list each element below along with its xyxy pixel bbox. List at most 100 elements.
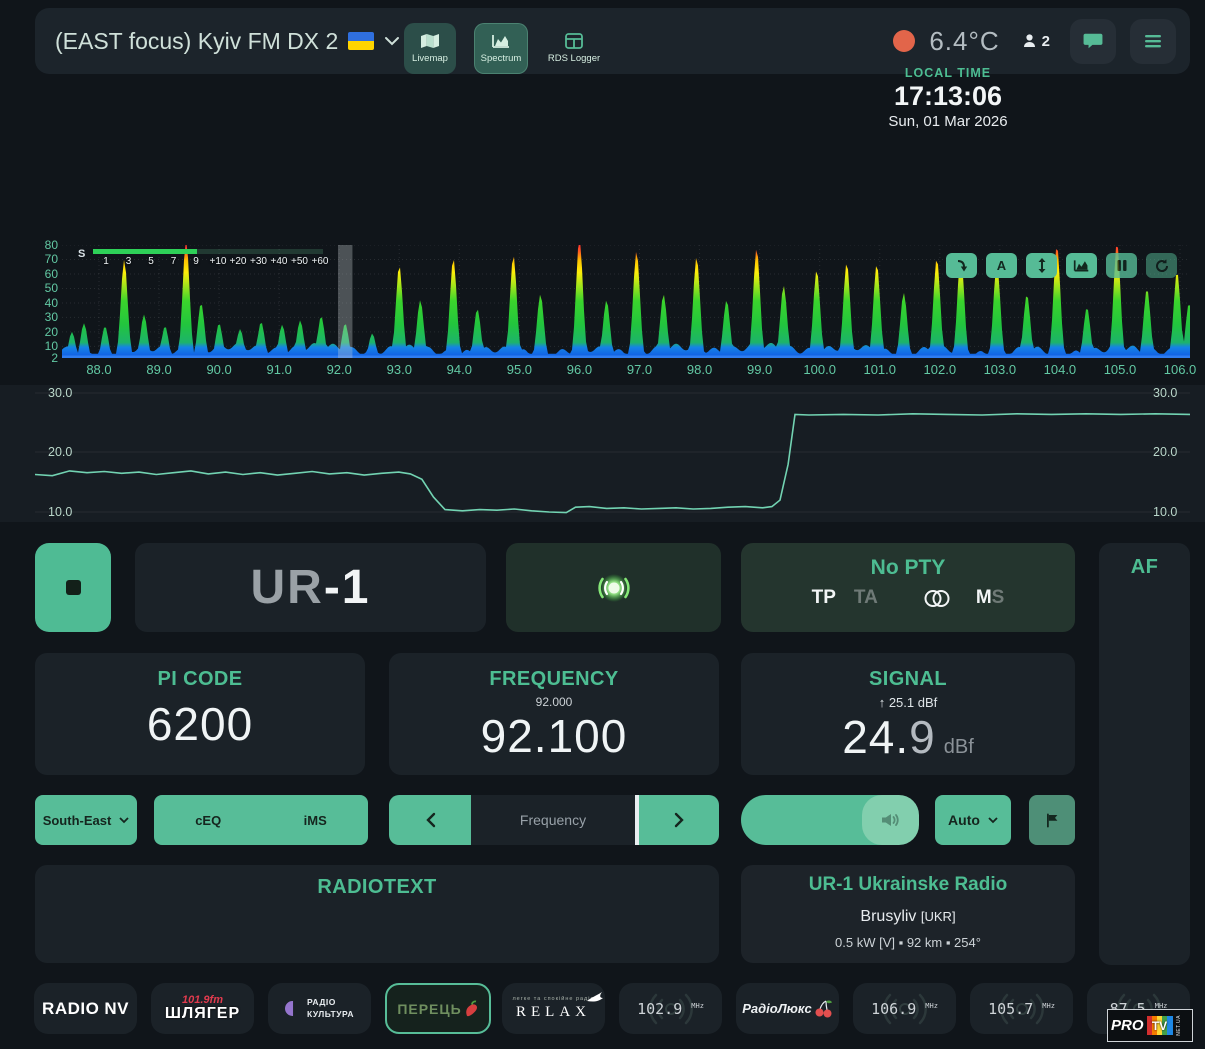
chevron-down-icon [384,36,400,46]
logo-text: КУЛЬТУРА [307,1009,354,1020]
station-logo-freq-106-9[interactable]: 106.9 MHz [853,983,956,1034]
chat-icon [1083,32,1103,50]
spectrum-x-tick: 99.0 [747,362,772,377]
nav-spectrum-label: Spectrum [481,53,522,64]
music-flag: M [976,587,992,608]
spectrum-x-tick: 94.0 [447,362,472,377]
spectrum-y-tick: 2 [32,351,58,365]
station-logo-freq-102-9[interactable]: 102.9 MHz [619,983,722,1034]
server-selector[interactable]: (EAST focus) Kyiv FM DX 2 [55,8,400,74]
person-icon [1022,33,1039,49]
bird-icon [587,992,603,1004]
local-clock: LOCAL TIME 17:13:06 Sun, 01 Mar 2026 [858,66,1038,130]
transmitter-name: UR-1 Ukrainske Radio [741,874,1075,896]
pi-code-value: 6200 [35,697,365,751]
arrow-down-icon [954,258,970,274]
station-logo-perets-fm[interactable]: ПЕРЕЦЬ [385,983,491,1034]
pty-value: No PTY [741,556,1075,580]
volume-slider[interactable] [741,795,919,845]
logo-frequency-placeholder: 105.7 MHz [988,1000,1055,1018]
station-logo-radio-kultura[interactable]: РАДІОКУЛЬТУРА [268,983,371,1034]
nav-livemap-label: Livemap [412,53,448,64]
area-chart-icon [491,33,511,49]
s-meter-tick: 9 [193,256,199,267]
tune-up-button[interactable] [639,795,719,845]
spectrum-x-tick: 106.0 [1164,362,1197,377]
station-logo-freq-105-7[interactable]: 105.7 MHz [970,983,1073,1034]
s-meter: S 13579+10+20+30+40+50+60 [78,246,330,270]
nav-rds-logger-button[interactable]: RDS Logger [546,23,602,74]
antenna-select[interactable]: South-East [35,795,137,845]
spectrum-x-tick: 91.0 [267,362,292,377]
ims-toggle[interactable]: iMS [304,813,327,828]
signal-panel: SIGNAL ↑ 25.1 dBf 24.9 dBf [741,653,1075,775]
spectrum-y-tick: 80 [32,238,58,252]
hamburger-icon [1143,33,1163,49]
protv-text: PRO [1111,1017,1144,1034]
spectrum-refresh-button[interactable] [1146,253,1177,278]
history-ytick-left: 10.0 [48,505,72,519]
menu-button[interactable] [1130,19,1176,64]
broadcast-signal-icon [582,566,646,610]
ukraine-flag-icon [348,32,374,50]
stop-audio-button[interactable] [35,543,111,632]
stop-icon [66,580,81,595]
pi-code-header: PI CODE [35,668,365,691]
s-meter-tick: +10 [210,256,227,267]
spectrum-pause-button[interactable] [1106,253,1137,278]
nav-livemap-button[interactable]: Livemap [404,23,456,74]
s-meter-tick: 7 [171,256,177,267]
local-time-label: LOCAL TIME [858,66,1038,80]
af-list-panel: AF [1099,543,1190,965]
report-flag-button[interactable] [1029,795,1075,845]
transmitter-itu: [UKR] [921,909,956,924]
spectrum-graph-mode-button[interactable] [1066,253,1097,278]
s-meter-fill [93,249,197,254]
transmitter-city: Brusyliv [860,908,916,925]
logo-frequency-placeholder: 106.9 MHz [871,1000,938,1018]
frequency-header: FREQUENCY [389,668,719,691]
spectrum-y-tick: 30 [32,310,58,324]
refresh-icon [1154,258,1170,274]
station-logo-radio-relax[interactable]: легке та спокійне радіоRELAX [502,983,605,1034]
tune-down-button[interactable] [389,795,471,845]
stereo-circles-icon [922,589,952,608]
chevron-down-icon [988,817,998,824]
spectrum-vertical-scale-button[interactable] [1026,253,1057,278]
mode-select[interactable]: Auto [935,795,1011,845]
ps-name-pad: UR [250,560,323,615]
nav-spectrum-button[interactable]: Spectrum [474,23,528,74]
spectrum-baseline-button[interactable] [946,253,977,278]
s-meter-tick: +40 [271,256,288,267]
frequency-value: 92.100 [389,709,719,763]
station-logo-radio-lux[interactable]: РадіоЛюкс [736,983,839,1034]
station-logo-radio-nv[interactable]: RADIONV [34,983,137,1034]
s-meter-tick: +30 [250,256,267,267]
transmitter-details: 0.5 kW [V] ▪ 92 km ▪ 254° [741,935,1075,950]
frequency-input[interactable] [471,795,639,845]
logo-frequency-placeholder: 102.9 MHz [637,1000,704,1018]
chat-button[interactable] [1070,19,1116,64]
signal-peak: ↑ 25.1 dBf [741,695,1075,710]
antenna-value: South-East [43,813,112,828]
spectrum-autorange-button[interactable]: A [986,253,1017,278]
local-date: Sun, 01 Mar 2026 [858,113,1038,130]
cherries-icon [814,999,833,1019]
signal-indicator-panel [506,543,721,632]
nav-rds-logger-label: RDS Logger [548,53,600,64]
speaker-icon [880,811,902,829]
spectrum-y-tick: 70 [32,252,58,266]
transmitter-info-panel: UR-1 Ukrainske Radio Brusyliv [UKR] 0.5 … [741,865,1075,963]
spectrum-x-tick: 88.0 [86,362,111,377]
flag-icon [1044,812,1060,829]
logo-text: NV [104,999,129,1018]
station-logo-shlyager-101-9[interactable]: 101.9fmШЛЯГЕР [151,983,254,1034]
spectrum-x-tick: 98.0 [687,362,712,377]
tp-flag: TP [812,587,836,609]
eq-toggle[interactable]: cEQ [195,813,221,828]
top-bar: (EAST focus) Kyiv FM DX 2 Livemap Spectr… [35,8,1190,74]
spectrum-x-tick: 90.0 [206,362,231,377]
spectrum-x-tick: 95.0 [507,362,532,377]
logo-text: РАДІО [307,997,354,1008]
volume-slider-handle[interactable] [862,795,919,845]
